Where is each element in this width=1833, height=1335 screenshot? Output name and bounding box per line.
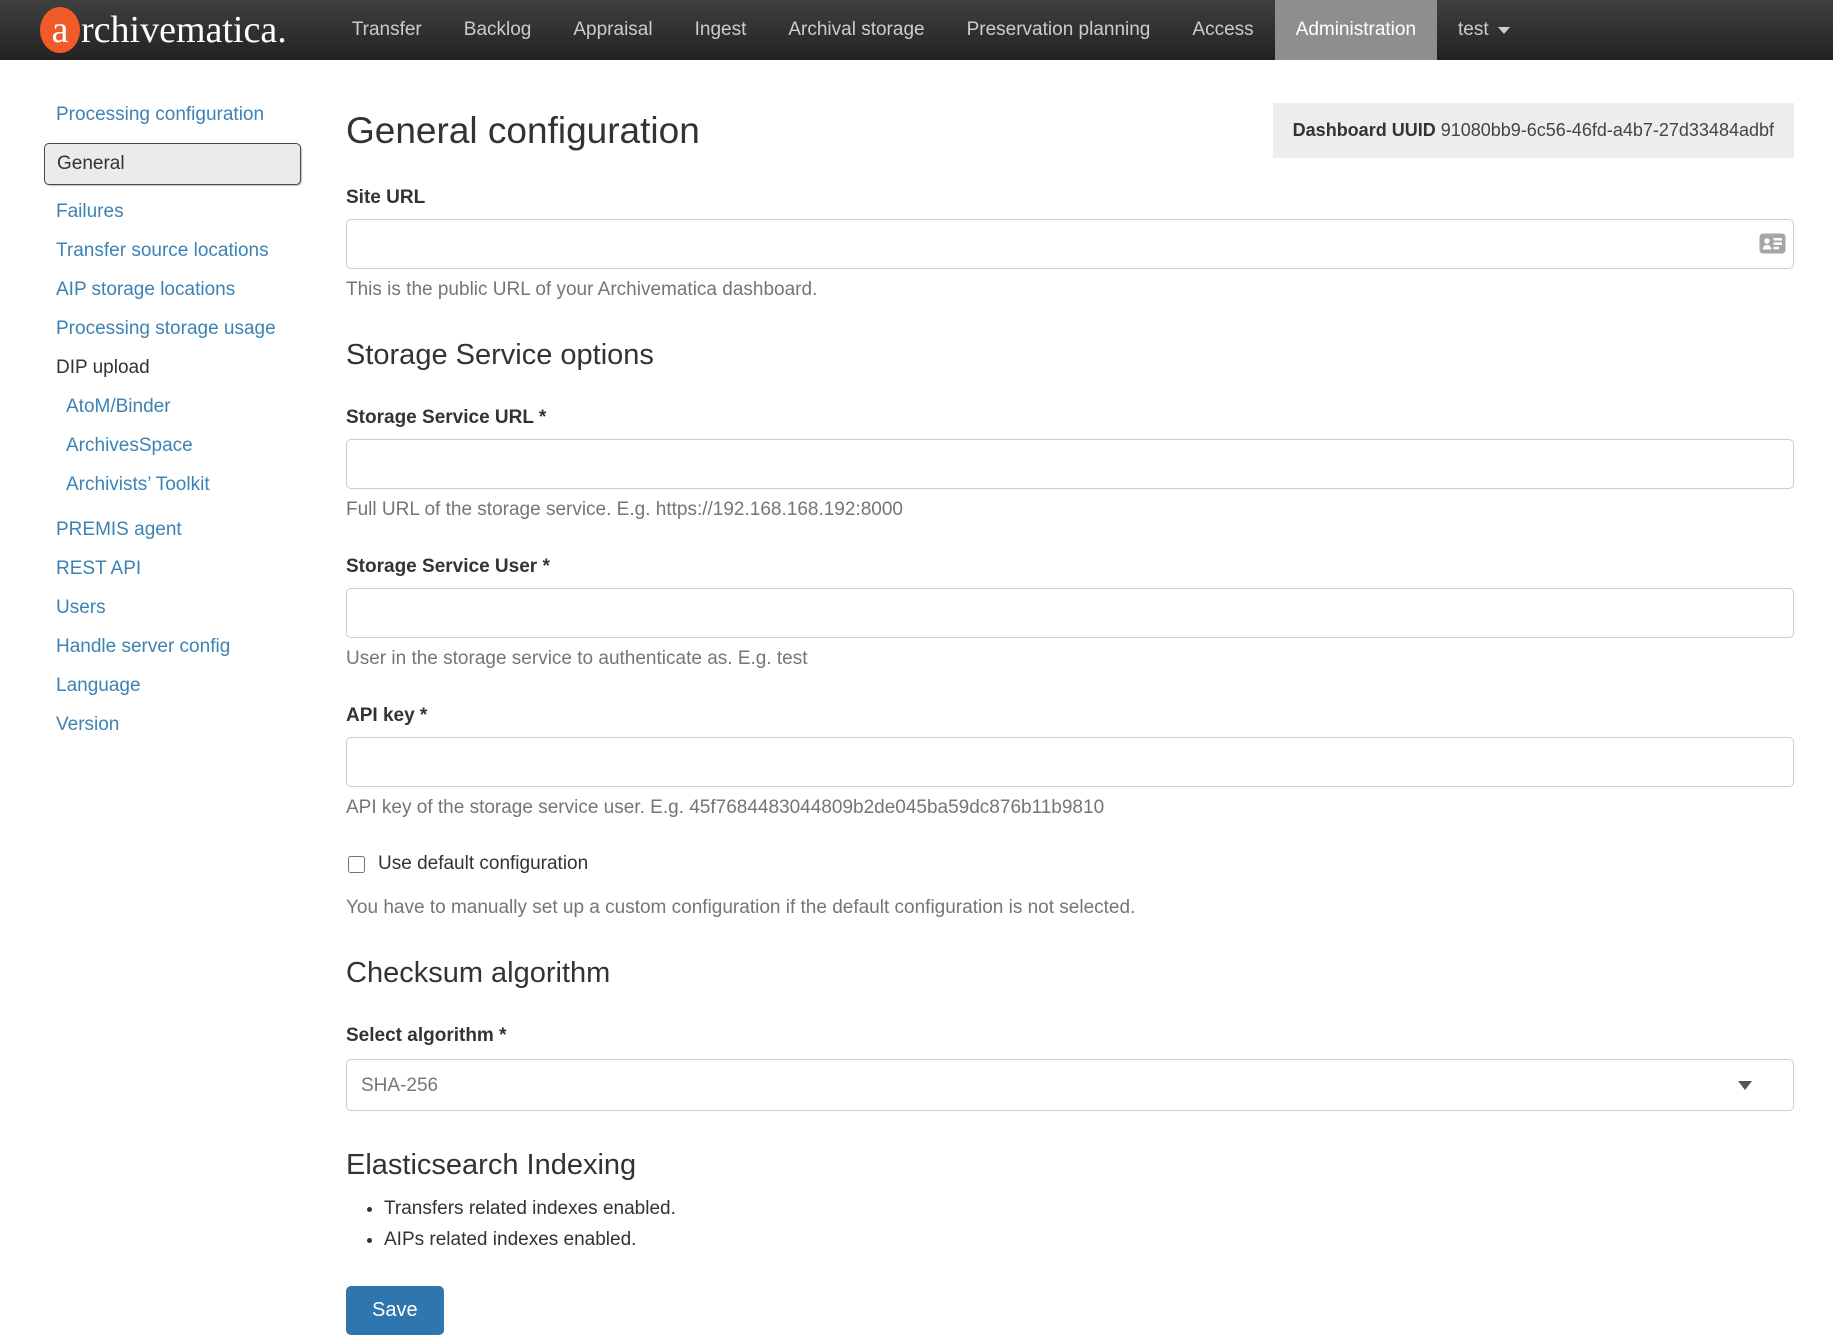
sidebar-item-version: Version bbox=[56, 714, 300, 736]
storage-service-url-wrap bbox=[346, 439, 1794, 489]
storage-service-section-title: Storage Service options bbox=[346, 339, 1794, 372]
storage-service-url-input[interactable] bbox=[346, 439, 1794, 489]
api-key-wrap bbox=[346, 737, 1794, 787]
nav-item-backlog[interactable]: Backlog bbox=[443, 0, 553, 60]
site-url-input[interactable] bbox=[346, 219, 1794, 269]
sidebar-link-processing-storage-usage[interactable]: Processing storage usage bbox=[56, 318, 276, 339]
sidebar-link-failures[interactable]: Failures bbox=[56, 201, 124, 222]
sidebar-link-archivesspace[interactable]: ArchivesSpace bbox=[66, 435, 193, 456]
sidebar-link-premis-agent[interactable]: PREMIS agent bbox=[56, 519, 182, 540]
sidebar-item-general-active[interactable]: General bbox=[44, 143, 301, 185]
archivematica-logo[interactable]: archivematica. bbox=[40, 7, 287, 53]
sidebar-item-processing-configuration: Processing configuration bbox=[56, 104, 300, 126]
sidebar-item-users: Users bbox=[56, 597, 300, 619]
sidebar-link-language[interactable]: Language bbox=[56, 675, 141, 696]
nav-item-ingest[interactable]: Ingest bbox=[674, 0, 768, 60]
storage-service-user-wrap bbox=[346, 588, 1794, 638]
sidebar-item-archivesspace: ArchivesSpace bbox=[56, 435, 300, 457]
sidebar-item-atom-binder: AtoM/Binder bbox=[56, 396, 300, 418]
algorithm-select[interactable]: SHA-256 bbox=[346, 1059, 1794, 1111]
site-url-label: Site URL bbox=[346, 187, 1794, 209]
site-url-help: This is the public URL of your Archivema… bbox=[346, 279, 1794, 301]
logo-a-icon: a bbox=[40, 7, 80, 53]
sidebar-item-transfer-source-locations: Transfer source locations bbox=[56, 240, 300, 262]
sidebar-link-version[interactable]: Version bbox=[56, 714, 119, 735]
dashboard-uuid-box: Dashboard UUID 91080bb9-6c56-46fd-a4b7-2… bbox=[1273, 103, 1794, 158]
dashboard-uuid-label: Dashboard UUID bbox=[1293, 120, 1436, 140]
sidebar-item-aip-storage-locations: AIP storage locations bbox=[56, 279, 300, 301]
elasticsearch-section-title: Elasticsearch Indexing bbox=[346, 1149, 1794, 1182]
use-default-configuration-label: Use default configuration bbox=[378, 853, 588, 875]
admin-sidebar: Processing configuration General Failure… bbox=[0, 60, 300, 1335]
nav-item-access[interactable]: Access bbox=[1171, 0, 1274, 60]
dashboard-uuid-value: 91080bb9-6c56-46fd-a4b7-27d33484adbf bbox=[1441, 120, 1774, 140]
site-url-input-wrap bbox=[346, 219, 1794, 269]
user-menu[interactable]: test bbox=[1437, 0, 1531, 60]
sidebar-item-archivists-toolkit: Archivists’ Toolkit bbox=[56, 474, 300, 496]
sidebar-item-failures: Failures bbox=[56, 201, 300, 223]
default-configuration-note: You have to manually set up a custom con… bbox=[346, 897, 1794, 919]
api-key-label: API key * bbox=[346, 705, 1794, 727]
sidebar-link-processing-configuration[interactable]: Processing configuration bbox=[56, 104, 264, 125]
sidebar-link-aip-storage-locations[interactable]: AIP storage locations bbox=[56, 279, 235, 300]
brand-text: rchivematica. bbox=[81, 8, 287, 52]
storage-service-user-label: Storage Service User * bbox=[346, 556, 1794, 578]
sidebar-item-language: Language bbox=[56, 675, 300, 697]
nav-item-transfer[interactable]: Transfer bbox=[331, 0, 443, 60]
sidebar-header-dip-upload: DIP upload bbox=[56, 357, 300, 379]
elasticsearch-status-list: Transfers related indexes enabled. AIPs … bbox=[346, 1198, 1794, 1251]
nav-item-archival-storage[interactable]: Archival storage bbox=[767, 0, 945, 60]
sidebar-link-transfer-source-locations[interactable]: Transfer source locations bbox=[56, 240, 269, 261]
api-key-help: API key of the storage service user. E.g… bbox=[346, 797, 1794, 819]
sidebar-item-premis-agent: PREMIS agent bbox=[56, 519, 300, 541]
elasticsearch-status-item: Transfers related indexes enabled. bbox=[384, 1198, 1794, 1220]
sidebar-item-handle-server-config: Handle server config bbox=[56, 636, 300, 658]
caret-down-icon bbox=[1498, 27, 1510, 34]
checksum-section-title: Checksum algorithm bbox=[346, 957, 1794, 990]
sidebar-item-rest-api: REST API bbox=[56, 558, 300, 580]
sidebar-link-archivists-toolkit[interactable]: Archivists’ Toolkit bbox=[66, 474, 210, 495]
nav-item-preservation-planning[interactable]: Preservation planning bbox=[946, 0, 1172, 60]
main-content: Dashboard UUID 91080bb9-6c56-46fd-a4b7-2… bbox=[300, 60, 1833, 1335]
storage-service-user-help: User in the storage service to authentic… bbox=[346, 648, 1794, 670]
contact-card-icon[interactable] bbox=[1759, 233, 1786, 254]
use-default-configuration-checkbox[interactable] bbox=[348, 856, 365, 873]
main-nav: Transfer Backlog Appraisal Ingest Archiv… bbox=[331, 0, 1531, 60]
sidebar-link-atom-binder[interactable]: AtoM/Binder bbox=[66, 396, 171, 417]
select-algorithm-label: Select algorithm * bbox=[346, 1025, 1794, 1047]
page-body: Processing configuration General Failure… bbox=[0, 60, 1833, 1335]
save-button[interactable]: Save bbox=[346, 1286, 444, 1335]
api-key-input[interactable] bbox=[346, 737, 1794, 787]
sidebar-link-users[interactable]: Users bbox=[56, 597, 106, 618]
elasticsearch-status-item: AIPs related indexes enabled. bbox=[384, 1229, 1794, 1251]
sidebar-link-handle-server-config[interactable]: Handle server config bbox=[56, 636, 230, 657]
top-navbar: archivematica. Transfer Backlog Appraisa… bbox=[0, 0, 1833, 60]
storage-service-url-label: Storage Service URL * bbox=[346, 407, 1794, 429]
storage-service-user-input[interactable] bbox=[346, 588, 1794, 638]
sidebar-item-processing-storage-usage: Processing storage usage bbox=[56, 318, 300, 340]
sidebar-link-rest-api[interactable]: REST API bbox=[56, 558, 141, 579]
user-menu-label: test bbox=[1458, 19, 1489, 41]
algorithm-select-wrap: SHA-256 bbox=[346, 1059, 1794, 1111]
nav-item-administration[interactable]: Administration bbox=[1275, 0, 1437, 60]
storage-service-url-help: Full URL of the storage service. E.g. ht… bbox=[346, 499, 1794, 521]
nav-item-appraisal[interactable]: Appraisal bbox=[552, 0, 673, 60]
default-configuration-row: Use default configuration bbox=[346, 853, 1794, 875]
